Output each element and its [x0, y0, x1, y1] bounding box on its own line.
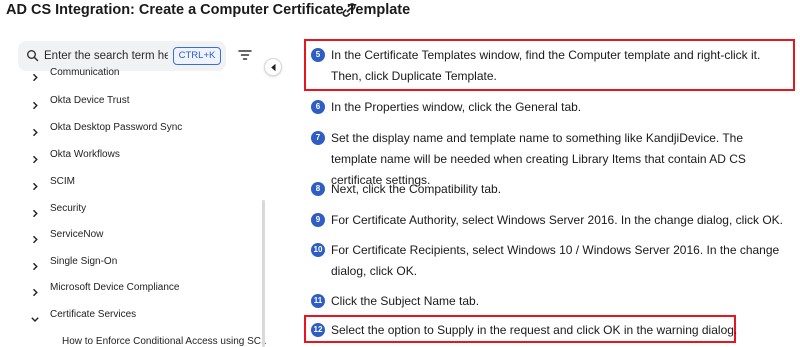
step-text: Select the option to Supply in the reque… — [331, 323, 738, 337]
step-number-badge: 6 — [311, 100, 325, 114]
chevron-right-icon — [31, 69, 39, 82]
chevron-right-icon — [31, 97, 39, 110]
link-icon[interactable] — [340, 1, 358, 19]
step-number-badge: 11 — [311, 294, 325, 308]
step-number-badge: 8 — [311, 182, 325, 196]
step-text: Click the Subject Name tab. — [331, 294, 480, 308]
step-text: In the Properties window, click the Gene… — [331, 100, 582, 114]
step-number-badge: 9 — [311, 213, 325, 227]
page-header: AD CS Integration: Create a Computer Cer… — [0, 0, 800, 28]
sidebar-item-label: Certificate Services — [50, 309, 137, 320]
sidebar-item-label: Microsoft Device Compliance — [50, 282, 180, 293]
sidebar-item-label: Communication — [50, 67, 120, 78]
step-text: In the Certificate Templates window, fin… — [331, 48, 761, 83]
sidebar-item-label: Okta Desktop Password Sync — [50, 122, 183, 133]
sidebar-item-label: Okta Device Trust — [50, 95, 130, 106]
sidebar-item-label: SCIM — [50, 176, 75, 187]
sidebar-item-certificate-services[interactable]: Certificate Services — [0, 303, 258, 329]
sidebar-item-okta-workflows[interactable]: Okta Workflows — [0, 143, 258, 169]
step-text: For Certificate Authority, select Window… — [331, 213, 783, 227]
step-number-badge: 5 — [311, 48, 325, 62]
collapse-sidebar-button[interactable] — [264, 58, 282, 76]
chevron-right-icon — [31, 258, 39, 271]
step-text: Next, click the Compatibility tab. — [331, 182, 502, 196]
sidebar-item-servicenow[interactable]: ServiceNow — [0, 223, 258, 249]
sidebar-scrollbar[interactable] — [262, 200, 265, 347]
sidebar-item-communication[interactable]: Communication — [0, 61, 258, 87]
filter-icon[interactable] — [238, 48, 252, 60]
sidebar-item-scim[interactable]: SCIM — [0, 170, 258, 196]
chevron-right-icon — [31, 151, 39, 164]
chevron-right-icon — [31, 284, 39, 297]
sidebar-subitem-enforce-conditional-access[interactable]: How to Enforce Conditional Access using … — [0, 330, 267, 347]
sidebar-item-label: Single Sign-On — [50, 256, 118, 267]
sidebar-item-microsoft-device-compliance[interactable]: Microsoft Device Compliance — [0, 276, 258, 302]
sidebar-item-label: ServiceNow — [50, 229, 104, 240]
sidebar-item-security[interactable]: Security — [0, 197, 258, 223]
step-number-badge: 12 — [311, 323, 325, 337]
sidebar-item-single-sign-on[interactable]: Single Sign-On — [0, 250, 258, 276]
step-number-badge: 10 — [311, 243, 325, 257]
sidebar-item-okta-device-trust[interactable]: Okta Device Trust — [0, 89, 258, 115]
chevron-right-icon — [31, 205, 39, 218]
chevron-right-icon — [31, 178, 39, 191]
chevron-down-icon — [31, 311, 39, 322]
step-text: For Certificate Recipients, select Windo… — [331, 243, 780, 278]
sidebar-item-label: Okta Workflows — [50, 149, 120, 160]
article-content: 5 In the Certificate Templates window, f… — [296, 28, 800, 347]
chevron-right-icon — [31, 231, 39, 244]
sidebar-item-label: Security — [50, 203, 87, 214]
sidebar-item-okta-desktop-password-sync[interactable]: Okta Desktop Password Sync — [0, 116, 258, 142]
chevron-left-icon — [271, 63, 276, 72]
step-number-badge: 7 — [311, 131, 325, 145]
sidebar-subitem-label: How to Enforce Conditional Access using … — [62, 336, 267, 347]
chevron-right-icon — [31, 124, 39, 137]
sidebar: CTRL+K Communication Okta Device Trust O… — [0, 28, 267, 347]
